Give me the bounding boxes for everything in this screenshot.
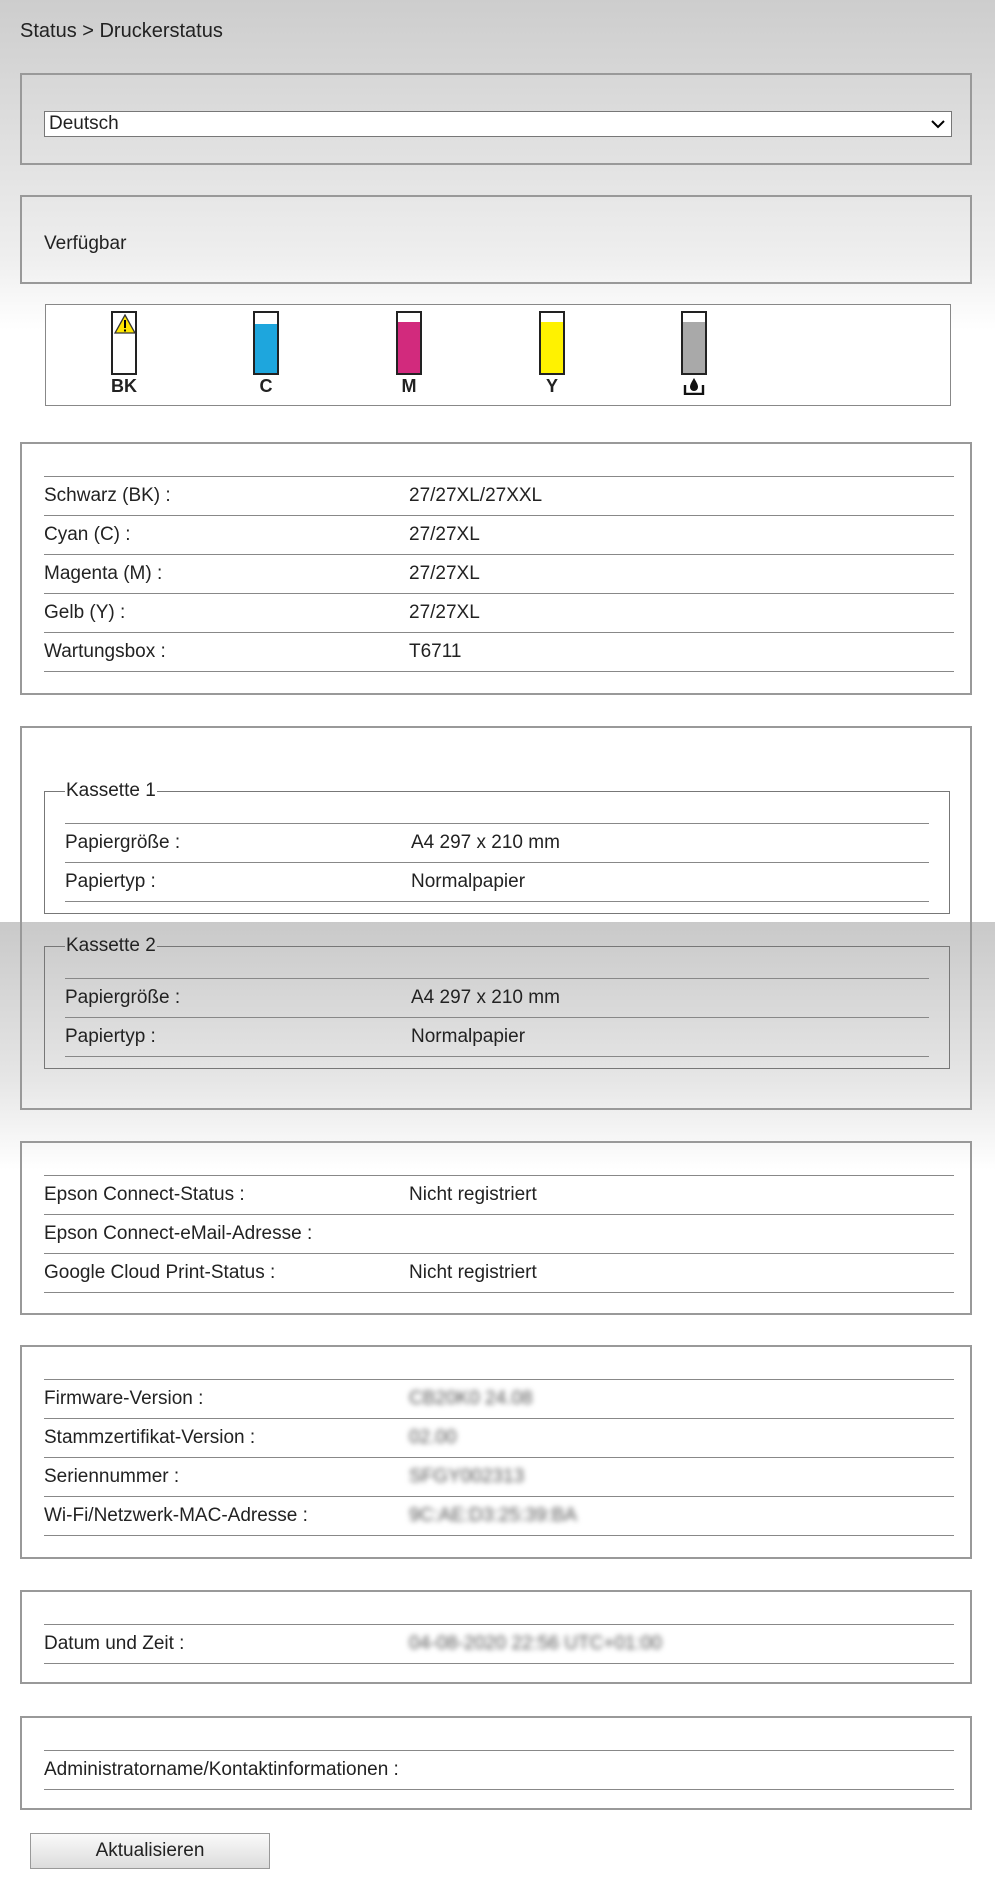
ink-fill — [683, 322, 705, 373]
row-value: 27/27XL/27XXL — [409, 476, 954, 516]
table-row: Epson Connect-eMail-Adresse : — [44, 1214, 954, 1254]
breadcrumb: Status > Druckerstatus — [20, 20, 223, 42]
ink-tank-outline — [681, 311, 707, 375]
ink-tank-outline — [253, 311, 279, 375]
table-row: Gelb (Y) :27/27XL — [44, 593, 954, 633]
language-select[interactable]: Deutsch — [44, 111, 952, 137]
connect-table: Epson Connect-Status : Nicht registriert … — [44, 1175, 954, 1293]
ink-label: Y — [545, 376, 558, 396]
serial-number-value: SFGY002313 — [409, 1457, 954, 1497]
refresh-button[interactable]: Aktualisieren — [30, 1833, 270, 1869]
row-value: 27/27XL — [409, 593, 954, 633]
ink-label: M — [401, 376, 417, 396]
ink-label: C — [259, 376, 273, 396]
datetime-panel: Datum und Zeit :04-08-2020 22:56 UTC+01:… — [20, 1590, 972, 1684]
row-label: Datum und Zeit : — [44, 1624, 409, 1664]
table-row: Papiergröße : A4 297 x 210 mm — [65, 823, 929, 863]
ink-tank-m: M — [394, 311, 424, 396]
table-row: Administratorname/Kontaktinformationen : — [44, 1750, 954, 1790]
ink-tank-maintenance-box — [679, 311, 709, 395]
device-info-table: Firmware-Version : CB20K0 24.08 Stammzert… — [44, 1379, 954, 1536]
ink-tank-outline — [111, 311, 137, 375]
table-row: Magenta (M) :27/27XL — [44, 554, 954, 594]
row-label: Seriennummer : — [44, 1457, 409, 1497]
ink-label: BK — [111, 376, 137, 396]
table-row: Stammzertifikat-Version :02.00 — [44, 1418, 954, 1458]
row-label: Wi-Fi/Netzwerk-MAC-Adresse : — [44, 1496, 409, 1536]
row-label: Firmware-Version : — [44, 1379, 409, 1419]
ink-fill — [398, 322, 420, 373]
table-row: Papiergröße : A4 297 x 210 mm — [65, 978, 929, 1018]
table-row: Datum und Zeit :04-08-2020 22:56 UTC+01:… — [44, 1624, 954, 1664]
datetime-table: Datum und Zeit :04-08-2020 22:56 UTC+01:… — [44, 1624, 954, 1664]
warning-icon — [114, 314, 136, 334]
row-label: Papiertyp : — [65, 862, 411, 902]
language-select-value: Deutsch — [49, 113, 119, 134]
row-label: Administratorname/Kontaktinformationen : — [44, 1750, 954, 1790]
row-label: Stammzertifikat-Version : — [44, 1418, 409, 1458]
row-label: Schwarz (BK) : — [44, 476, 409, 516]
admin-table: Administratorname/Kontaktinformationen : — [44, 1750, 954, 1790]
device-info-panel: Firmware-Version : CB20K0 24.08 Stammzert… — [20, 1345, 972, 1559]
row-label: Epson Connect-Status : — [44, 1175, 409, 1215]
table-row: Firmware-Version : CB20K0 24.08 — [44, 1379, 954, 1419]
ink-fill — [541, 322, 563, 373]
table-row: Wi-Fi/Netzwerk-MAC-Adresse :9C:AE:D3:25:… — [44, 1496, 954, 1536]
row-value: Nicht registriert — [409, 1253, 954, 1293]
table-row: Seriennummer : SFGY002313 — [44, 1457, 954, 1497]
row-label: Papiertyp : — [65, 1017, 411, 1057]
ink-tank-outline — [539, 311, 565, 375]
row-label: Papiergröße : — [65, 823, 411, 863]
admin-panel: Administratorname/Kontaktinformationen : — [20, 1716, 972, 1810]
row-value: A4 297 x 210 mm — [411, 978, 929, 1018]
row-value: 27/27XL — [409, 554, 954, 594]
connect-panel: Epson Connect-Status : Nicht registriert … — [20, 1141, 972, 1315]
cassette-title: Kassette 1 — [66, 780, 156, 801]
row-value: Nicht registriert — [409, 1175, 954, 1215]
cassette-1-group: Kassette 1 Papiergröße : A4 297 x 210 mm … — [44, 780, 950, 914]
availability-status: Verfügbar — [44, 233, 127, 254]
row-label: Gelb (Y) : — [44, 593, 409, 633]
table-row: Papiertyp : Normalpapier — [65, 862, 929, 902]
language-panel: Deutsch — [20, 73, 972, 165]
table-row: Papiertyp : Normalpapier — [65, 1017, 929, 1057]
row-value: T6711 — [409, 632, 954, 672]
chevron-down-icon — [931, 114, 945, 134]
ink-tank-bk: BK — [109, 311, 139, 396]
mac-address-value: 9C:AE:D3:25:39:BA — [409, 1496, 954, 1536]
cassette-table: Papiergröße : A4 297 x 210 mm Papiertyp :… — [65, 978, 929, 1057]
cassette-title: Kassette 2 — [66, 935, 156, 956]
row-value — [409, 1214, 954, 1254]
cassette-table: Papiergröße : A4 297 x 210 mm Papiertyp :… — [65, 823, 929, 902]
row-value: 27/27XL — [409, 515, 954, 555]
row-label: Google Cloud Print-Status : — [44, 1253, 409, 1293]
ink-tank-y: Y — [537, 311, 567, 396]
table-row: Wartungsbox : T6711 — [44, 632, 954, 672]
ink-tank-outline — [396, 311, 422, 375]
table-row: Epson Connect-Status : Nicht registriert — [44, 1175, 954, 1215]
row-value: A4 297 x 210 mm — [411, 823, 929, 863]
ink-fill — [255, 323, 277, 373]
cassette-2-group: Kassette 2 Papiergröße : A4 297 x 210 mm … — [44, 935, 950, 1069]
row-value: Normalpapier — [411, 862, 929, 902]
ink-tank-c: C — [251, 311, 281, 396]
maintenance-box-icon — [683, 378, 705, 395]
row-label: Wartungsbox : — [44, 632, 409, 672]
cartridge-table: Schwarz (BK) :27/27XL/27XXL Cyan (C) :27… — [44, 476, 954, 672]
firmware-version-value: CB20K0 24.08 — [409, 1379, 954, 1419]
table-row: Cyan (C) :27/27XL — [44, 515, 954, 555]
row-label: Magenta (M) : — [44, 554, 409, 594]
table-row: Schwarz (BK) :27/27XL/27XXL — [44, 476, 954, 516]
ink-levels-panel: BK C M Y — [45, 304, 951, 406]
table-row: Google Cloud Print-Status : Nicht registr… — [44, 1253, 954, 1293]
row-label: Epson Connect-eMail-Adresse : — [44, 1214, 409, 1254]
availability-panel: Verfügbar — [20, 195, 972, 284]
row-label: Cyan (C) : — [44, 515, 409, 555]
paper-panel: Kassette 1 Papiergröße : A4 297 x 210 mm … — [20, 726, 972, 1110]
cartridge-panel: Schwarz (BK) :27/27XL/27XXL Cyan (C) :27… — [20, 442, 972, 695]
row-label: Papiergröße : — [65, 978, 411, 1018]
datetime-value: 04-08-2020 22:56 UTC+01:00 — [409, 1624, 954, 1664]
root-cert-version-value: 02.00 — [409, 1418, 954, 1458]
row-value: Normalpapier — [411, 1017, 929, 1057]
